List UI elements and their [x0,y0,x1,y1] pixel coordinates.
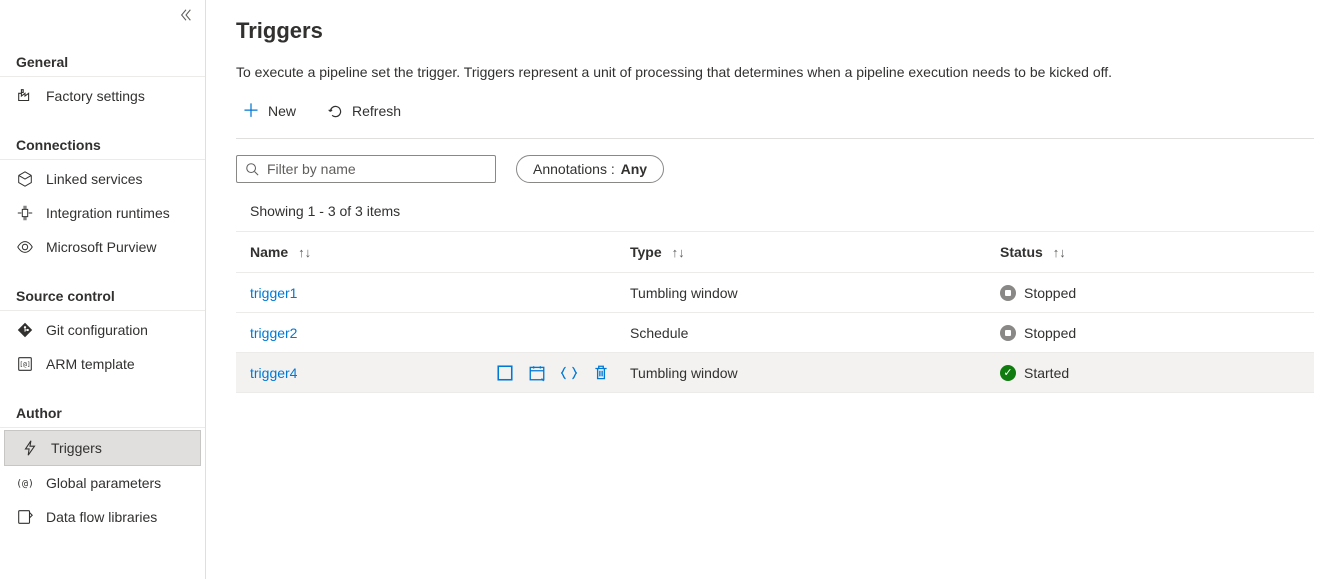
search-icon [245,162,259,176]
sidebar-item-integration-runtimes[interactable]: Integration runtimes [0,196,205,230]
row-actions [496,364,610,382]
sort-icon: ↑↓ [672,245,685,260]
svg-text:(@): (@) [16,479,34,490]
section-header-source-control: Source control [0,278,205,311]
table-row[interactable]: trigger4 Tumbling window [236,353,1314,393]
status-stopped-icon [1000,285,1016,301]
filter-search-box[interactable] [236,155,496,183]
refresh-button-label: Refresh [352,103,401,119]
filter-name-input[interactable] [267,161,487,177]
trigger-name-link[interactable]: trigger1 [250,285,297,301]
factory-settings-icon [16,87,34,105]
results-count: Showing 1 - 3 of 3 items [236,203,1314,231]
sidebar-item-factory-settings[interactable]: Factory settings [0,79,205,113]
trigger-status: Stopped [1024,325,1076,341]
data-flow-libraries-icon [16,508,34,526]
table-row[interactable]: trigger2 Schedule Stopped [236,313,1314,353]
sort-icon: ↑↓ [298,245,311,260]
trigger-status: Started [1024,365,1069,381]
git-icon [16,321,34,339]
sidebar-item-label: ARM template [46,356,135,372]
sidebar-item-label: Factory settings [46,88,145,104]
linked-services-icon [16,170,34,188]
collapse-sidebar-icon[interactable] [179,8,193,26]
calendar-icon[interactable] [528,364,546,382]
section-header-general: General [0,44,205,77]
table-row[interactable]: trigger1 Tumbling window Stopped [236,273,1314,313]
trigger-type: Tumbling window [630,355,1000,391]
annotations-filter[interactable]: Annotations : Any [516,155,664,183]
sidebar-item-data-flow-libraries[interactable]: Data flow libraries [0,500,205,534]
purview-icon [16,238,34,256]
sidebar-item-git-configuration[interactable]: Git configuration [0,313,205,347]
trigger-type: Schedule [630,315,1000,351]
column-header-type[interactable]: Type ↑↓ [630,232,1000,272]
refresh-button[interactable]: Refresh [320,98,407,124]
trigger-type: Tumbling window [630,275,1000,311]
sort-icon: ↑↓ [1053,245,1066,260]
toolbar: ＋ New Refresh [236,98,1314,139]
plus-icon: ＋ [242,102,260,120]
main-content: Triggers To execute a pipeline set the t… [206,0,1344,579]
new-button-label: New [268,103,296,119]
trigger-status: Stopped [1024,285,1076,301]
sidebar-item-label: Git configuration [46,322,148,338]
stop-icon[interactable] [496,364,514,382]
sidebar-item-label: Microsoft Purview [46,239,156,255]
trigger-icon [21,439,39,457]
page-description: To execute a pipeline set the trigger. T… [236,64,1314,80]
sidebar-item-arm-template[interactable]: [@] ARM template [0,347,205,381]
sidebar: General Factory settings Connections Lin… [0,0,206,579]
status-started-icon: ✓ [1000,365,1016,381]
sidebar-item-label: Global parameters [46,475,161,491]
page-title: Triggers [236,18,1314,44]
sidebar-item-label: Triggers [51,440,102,456]
trigger-name-link[interactable]: trigger4 [250,365,297,381]
section-header-author: Author [0,395,205,428]
delete-icon[interactable] [592,364,610,382]
sidebar-item-triggers[interactable]: Triggers [4,430,201,466]
triggers-table: Name ↑↓ Type ↑↓ Status ↑↓ trigger1 Tumbl… [236,231,1314,393]
trigger-name-link[interactable]: trigger2 [250,325,297,341]
sidebar-item-microsoft-purview[interactable]: Microsoft Purview [0,230,205,264]
sidebar-item-linked-services[interactable]: Linked services [0,162,205,196]
status-stopped-icon [1000,325,1016,341]
svg-text:[@]: [@] [19,362,30,369]
sidebar-item-label: Data flow libraries [46,509,157,525]
integration-runtimes-icon [16,204,34,222]
refresh-icon [326,102,344,120]
sidebar-item-label: Linked services [46,171,143,187]
section-header-connections: Connections [0,127,205,160]
sidebar-item-global-parameters[interactable]: (@) Global parameters [0,466,205,500]
arm-template-icon: [@] [16,355,34,373]
annotations-value: Any [621,161,647,177]
annotations-label: Annotations : [533,161,615,177]
table-header: Name ↑↓ Type ↑↓ Status ↑↓ [236,231,1314,273]
new-button[interactable]: ＋ New [236,98,302,124]
column-header-name[interactable]: Name ↑↓ [250,232,630,272]
sidebar-item-label: Integration runtimes [46,205,170,221]
column-header-status[interactable]: Status ↑↓ [1000,232,1300,272]
code-icon[interactable] [560,364,578,382]
filter-row: Annotations : Any [236,155,1314,183]
global-parameters-icon: (@) [16,474,34,492]
